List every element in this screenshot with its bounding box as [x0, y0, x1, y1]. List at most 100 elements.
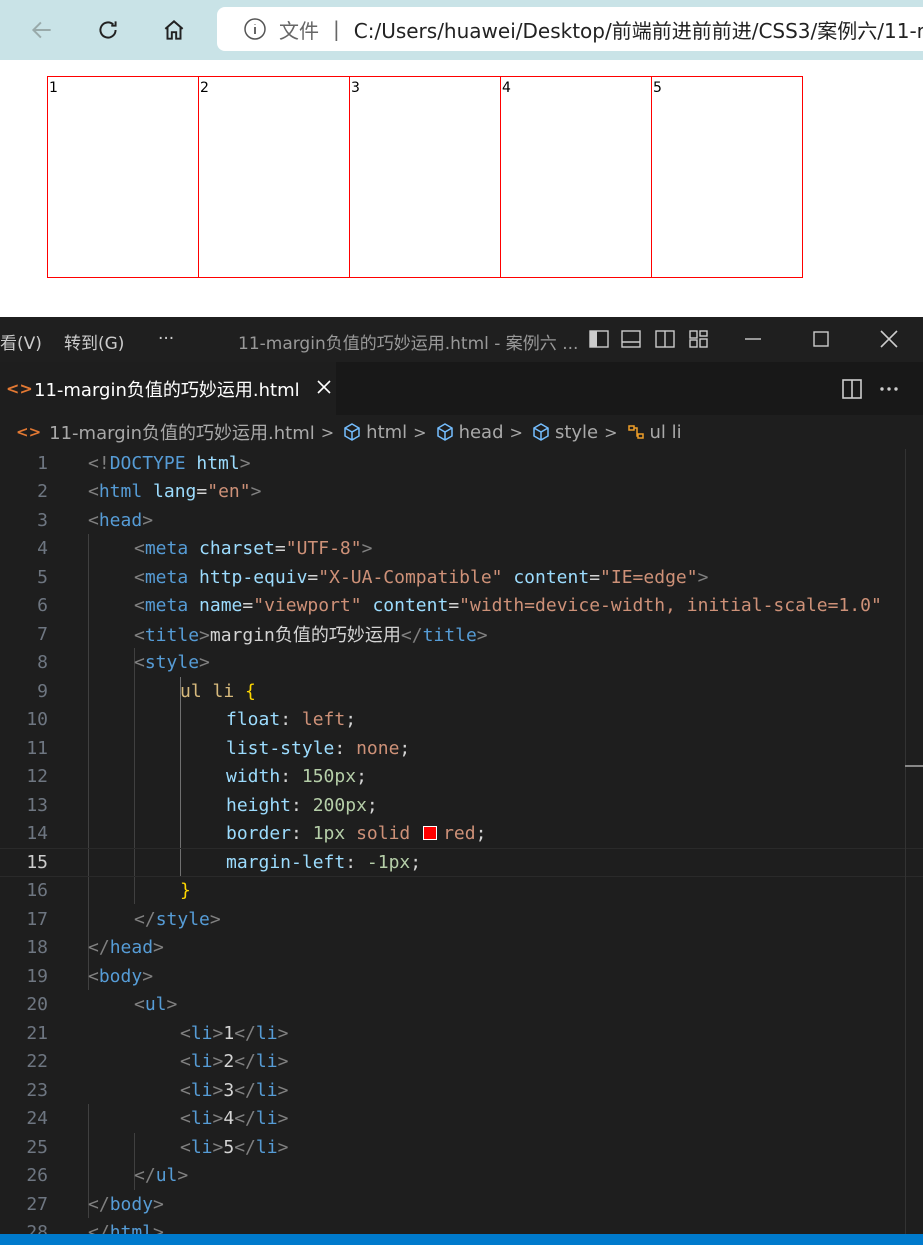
- symbol-element-icon: [533, 423, 549, 441]
- breadcrumb-rule[interactable]: ul li: [650, 422, 682, 443]
- address-separator: |: [333, 17, 340, 41]
- code-line: 24 <li>4</li>: [0, 1105, 923, 1134]
- more-actions-icon[interactable]: [877, 377, 901, 401]
- chevron-right-icon: >: [509, 422, 523, 442]
- code-line: 22 <li>2</li>: [0, 1048, 923, 1077]
- address-label: 文件: [279, 18, 319, 43]
- breadcrumb-head[interactable]: head: [459, 422, 504, 443]
- code-line: 3 <head>: [0, 506, 923, 535]
- refresh-button[interactable]: [88, 10, 128, 50]
- code-line: 6 <meta name="viewport" content="width=de…: [0, 592, 923, 621]
- minimize-icon[interactable]: [742, 328, 764, 350]
- back-button[interactable]: [22, 10, 62, 50]
- line-number: 14: [26, 823, 48, 845]
- line-number: 25: [26, 1136, 48, 1158]
- line-number: 23: [26, 1079, 48, 1101]
- maximize-icon[interactable]: [810, 328, 832, 350]
- status-bar: [0, 1234, 923, 1245]
- line-number: 10: [26, 709, 48, 731]
- code-line: 12 width: 150px;: [0, 763, 923, 792]
- rendered-page: 1 2 3 4 5: [0, 60, 923, 317]
- color-swatch[interactable]: [423, 826, 438, 841]
- line-number: 6: [37, 595, 48, 617]
- list-item: 4: [500, 76, 652, 278]
- html-file-icon: <>: [6, 379, 33, 398]
- line-number: 15: [26, 851, 48, 873]
- breadcrumb-style[interactable]: style: [555, 422, 598, 443]
- demo-list: 1 2 3 4 5: [47, 76, 803, 278]
- chevron-right-icon: >: [413, 422, 427, 442]
- close-window-icon[interactable]: [878, 328, 900, 350]
- line-number: 19: [26, 965, 48, 987]
- line-number: 17: [26, 908, 48, 930]
- code-line: 14 border: 1px solid red;: [0, 820, 923, 849]
- toggle-primary-sidebar-icon[interactable]: [588, 328, 610, 350]
- html-file-icon: <>: [16, 423, 42, 441]
- list-item: 3: [349, 76, 501, 278]
- customize-layout-icon[interactable]: [688, 328, 710, 350]
- address-url[interactable]: C:/Users/huawei/Desktop/前端前进前前进/CSS3/案例六…: [354, 15, 923, 44]
- close-tab-icon[interactable]: [314, 377, 334, 397]
- line-number: 8: [37, 652, 48, 674]
- line-number: 1: [37, 452, 48, 474]
- symbol-element-icon: [344, 423, 360, 441]
- symbol-rule-icon: [627, 425, 644, 439]
- code-line: 8 <style>: [0, 649, 923, 678]
- code-line: 7 <title>margin负值的巧妙运用</title>: [0, 620, 923, 649]
- menu-goto[interactable]: 转到(G): [64, 329, 124, 354]
- line-number: 27: [26, 1193, 48, 1215]
- line-number: 22: [26, 1051, 48, 1073]
- code-line: 26 </ul>: [0, 1162, 923, 1191]
- code-line: 16}: [0, 877, 923, 906]
- scrollbar-cursor-marker: [905, 765, 923, 767]
- editor-tab[interactable]: <> 11-margin负值的巧妙运用.html: [0, 362, 336, 415]
- code-line: 23 <li>3</li>: [0, 1076, 923, 1105]
- editor-scrollbar[interactable]: [905, 449, 906, 1239]
- code-line: 1 <!DOCTYPE html>: [0, 449, 923, 478]
- line-number: 9: [37, 680, 48, 702]
- code-editor[interactable]: 1 <!DOCTYPE html> 2 <html lang="en"> 3 <hea…: [0, 449, 923, 1243]
- line-number: 13: [26, 794, 48, 816]
- breadcrumb-html[interactable]: html: [366, 422, 407, 443]
- toggle-secondary-sidebar-icon[interactable]: [654, 328, 676, 350]
- toggle-panel-icon[interactable]: [620, 328, 642, 350]
- vscode-window: 看(V) 转到(G) ··· 11-margin负值的巧妙运用.html - 案…: [0, 317, 923, 1245]
- code-line: 18 </head>: [0, 934, 923, 963]
- tab-bar: <> 11-margin负值的巧妙运用.html: [0, 362, 923, 415]
- code-line: 21 <li>1</li>: [0, 1019, 923, 1048]
- code-line: 10 float: left;: [0, 706, 923, 735]
- code-line: 2 <html lang="en">: [0, 478, 923, 507]
- back-arrow-icon: [31, 21, 51, 39]
- browser-toolbar: 文件 | C:/Users/huawei/Desktop/前端前进前前进/CSS…: [0, 0, 923, 60]
- home-icon: [164, 20, 184, 40]
- code-line: 13 height: 200px;: [0, 791, 923, 820]
- line-number: 24: [26, 1108, 48, 1130]
- line-number: 7: [37, 623, 48, 645]
- home-button[interactable]: [154, 10, 194, 50]
- line-number: 26: [26, 1165, 48, 1187]
- code-line: 27 </body>: [0, 1190, 923, 1219]
- line-number: 20: [26, 994, 48, 1016]
- split-editor-icon[interactable]: [840, 377, 864, 401]
- line-number: 5: [37, 566, 48, 588]
- breadcrumb-file[interactable]: 11-margin负值的巧妙运用.html: [49, 419, 315, 445]
- symbol-element-icon: [436, 423, 453, 441]
- code-line: 5 <meta http-equiv="X-UA-Compatible" cont…: [0, 563, 923, 592]
- menu-view[interactable]: 看(V): [0, 329, 42, 354]
- code-line: 25 <li>5</li>: [0, 1133, 923, 1162]
- menu-more[interactable]: ···: [158, 329, 174, 349]
- code-line: 9 ul li {: [0, 677, 923, 706]
- chevron-right-icon: >: [320, 422, 335, 442]
- address-bar[interactable]: 文件 | C:/Users/huawei/Desktop/前端前进前前进/CSS…: [217, 7, 923, 51]
- line-number: 21: [26, 1022, 48, 1044]
- code-line: 17 </style>: [0, 905, 923, 934]
- code-line: 11 list-style: none;: [0, 734, 923, 763]
- line-number: 2: [37, 481, 48, 503]
- code-line: 20 <ul>: [0, 991, 923, 1020]
- list-item: 5: [651, 76, 803, 278]
- title-bar: 看(V) 转到(G) ··· 11-margin负值的巧妙运用.html - 案…: [0, 317, 923, 362]
- info-icon[interactable]: [243, 17, 267, 41]
- line-number: 18: [26, 937, 48, 959]
- list-item: 2: [198, 76, 350, 278]
- line-number: 11: [26, 737, 48, 759]
